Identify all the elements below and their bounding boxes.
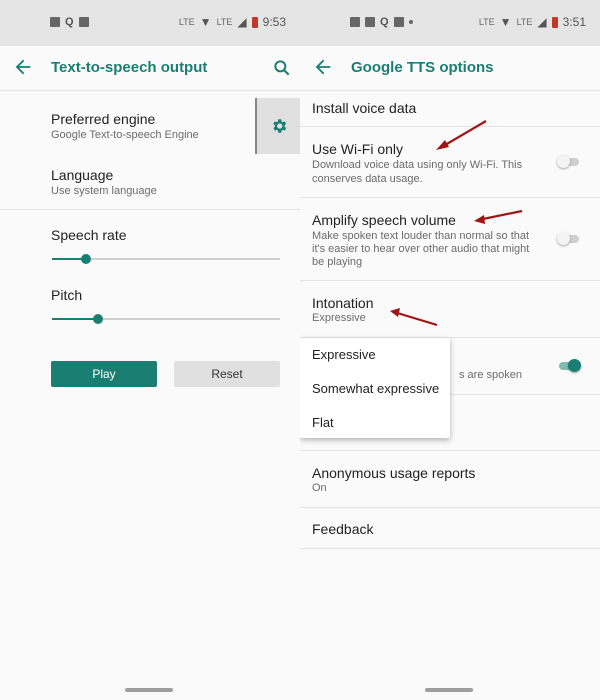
google-tts-options-screen: Q LTE ▼ LTE ◢ 3:51 Google TTS options In… — [300, 0, 600, 700]
feedback-item[interactable]: Feedback — [300, 508, 600, 548]
intonation-option-flat[interactable]: Flat — [312, 415, 334, 430]
wifi-only-title: Use Wi-Fi only — [312, 141, 404, 157]
language-title: Language — [51, 167, 114, 183]
amplify-subtitle-line1: Make spoken text louder than normal so t… — [312, 230, 530, 242]
engine-settings-button[interactable] — [255, 98, 300, 154]
gesture-bar[interactable] — [425, 688, 473, 692]
play-button[interactable]: Play — [51, 361, 157, 387]
speech-rate-thumb[interactable] — [81, 254, 92, 264]
pitch-fill — [52, 318, 98, 320]
wifi-only-toggle[interactable] — [557, 155, 581, 169]
notification-icons: Q — [350, 16, 413, 28]
back-arrow-icon[interactable] — [312, 56, 334, 78]
language-item[interactable]: Language Use system language — [0, 154, 300, 210]
network-type-label: LTE — [516, 17, 533, 27]
amplify-title: Amplify speech volume — [312, 212, 456, 228]
system-icons: LTE ▼ LTE ◢ 9:53 — [179, 15, 286, 29]
preferred-engine-title: Preferred engine — [51, 111, 156, 127]
quora-icon: Q — [65, 16, 74, 28]
news-icon — [78, 17, 89, 27]
speech-option-toggle[interactable] — [557, 359, 581, 373]
wifi-icon: ▼ — [199, 15, 212, 29]
anonymous-usage-subtitle: On — [312, 482, 327, 494]
intonation-subtitle: Expressive — [312, 312, 366, 324]
anonymous-usage-item[interactable]: Anonymous usage reports On — [300, 451, 600, 507]
back-arrow-icon[interactable] — [12, 56, 34, 78]
amplify-subtitle-line2: it's easier to hear over other audio tha… — [312, 243, 530, 255]
speech-rate-title: Speech rate — [51, 227, 127, 243]
signal-icon: ◢ — [537, 15, 547, 29]
wifi-only-subtitle-line1: Download voice data using only Wi-Fi. Th… — [312, 159, 523, 171]
reset-button[interactable]: Reset — [174, 361, 280, 387]
amplify-speech-volume-item[interactable]: Amplify speech volume Make spoken text l… — [300, 198, 600, 280]
battery-icon — [551, 16, 558, 28]
gallery-icon — [350, 17, 360, 27]
tts-output-screen: Q LTE ▼ LTE ◢ 9:53 Text-to-speech output… — [0, 0, 301, 700]
speech-rate-slider[interactable] — [52, 254, 280, 264]
amplify-toggle[interactable] — [557, 232, 581, 246]
network-type-label: LTE — [216, 17, 233, 27]
search-icon[interactable] — [272, 58, 292, 78]
app-bar: Text-to-speech output — [0, 46, 300, 91]
toggle-thumb — [568, 359, 581, 372]
call-lte-icon: LTE — [178, 17, 195, 27]
gallery-icon — [50, 17, 60, 27]
wifi-only-item[interactable]: Use Wi-Fi only Download voice data using… — [300, 127, 600, 197]
gear-icon — [272, 119, 286, 133]
battery-icon — [251, 16, 258, 28]
call-lte-icon: LTE — [478, 17, 495, 27]
intonation-dropdown-menu: Expressive Somewhat expressive Flat — [300, 338, 450, 438]
intonation-option-somewhat-expressive[interactable]: Somewhat expressive — [312, 381, 439, 396]
status-time: 9:53 — [262, 15, 286, 29]
intonation-option-expressive[interactable]: Expressive — [312, 347, 376, 362]
anonymous-usage-title: Anonymous usage reports — [312, 465, 476, 481]
notification-icons: Q — [50, 16, 89, 28]
intonation-item[interactable]: Intonation Expressive — [300, 281, 600, 337]
pitch-slider[interactable] — [52, 314, 280, 324]
toggle-thumb — [557, 232, 570, 245]
toggle-thumb — [557, 155, 570, 168]
speech-option-subtitle: s are spoken — [459, 369, 522, 381]
install-voice-data-title: Install voice data — [312, 100, 417, 116]
install-voice-data-item[interactable]: Install voice data — [300, 90, 600, 126]
status-time: 3:51 — [562, 15, 586, 29]
pitch-title: Pitch — [51, 287, 83, 303]
intonation-title: Intonation — [312, 295, 374, 311]
signal-icon: ◢ — [237, 15, 247, 29]
wifi-only-subtitle-line2: conserves data usage. — [312, 173, 423, 185]
gesture-bar[interactable] — [125, 688, 173, 692]
quora-icon: Q — [380, 16, 389, 28]
page-title: Google TTS options — [351, 59, 494, 76]
divider — [300, 548, 600, 549]
status-bar: Q LTE ▼ LTE ◢ 9:53 — [0, 0, 300, 46]
amplify-subtitle-line3: be playing — [312, 256, 363, 268]
page-title: Text-to-speech output — [51, 59, 208, 76]
feedback-title: Feedback — [312, 521, 374, 537]
wifi-icon: ▼ — [499, 15, 512, 29]
preferred-engine-subtitle: Google Text-to-speech Engine — [51, 129, 199, 141]
language-subtitle: Use system language — [51, 185, 157, 197]
news-icon — [365, 17, 375, 27]
divider — [0, 209, 300, 210]
system-icons: LTE ▼ LTE ◢ 3:51 — [479, 15, 586, 29]
pitch-thumb[interactable] — [92, 314, 103, 324]
app-bar: Google TTS options — [300, 46, 600, 91]
more-notifications-icon — [408, 20, 413, 24]
settings-notification-icon — [393, 17, 404, 27]
status-bar: Q LTE ▼ LTE ◢ 3:51 — [300, 0, 600, 46]
